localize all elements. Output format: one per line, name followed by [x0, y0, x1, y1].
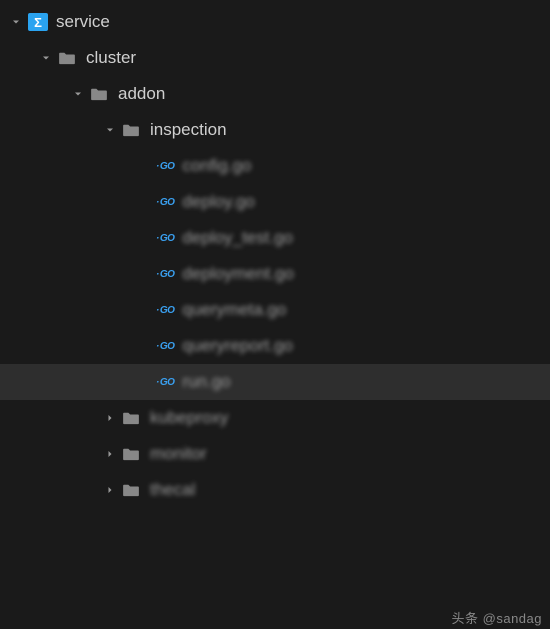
tree-folder-collapsed[interactable]: kubeproxy	[0, 400, 550, 436]
tree-folder-inspection[interactable]: inspection	[0, 112, 550, 148]
folder-icon	[122, 410, 142, 426]
chevron-right-icon	[102, 446, 118, 462]
tree-file-selected[interactable]: GO run.go	[0, 364, 550, 400]
folder-label: monitor	[150, 444, 207, 464]
file-label: deployment.go	[182, 264, 294, 284]
folder-label: addon	[118, 84, 165, 104]
folder-label: thecal	[150, 480, 195, 500]
file-label: config.go	[182, 156, 251, 176]
folder-icon	[58, 50, 78, 66]
tree-folder-collapsed[interactable]: thecal	[0, 472, 550, 508]
file-tree: Σ service cluster addon inspection	[0, 0, 550, 508]
module-icon: Σ	[28, 13, 48, 31]
chevron-down-icon	[102, 122, 118, 138]
go-file-icon: GO	[156, 269, 174, 280]
tree-file[interactable]: GO deployment.go	[0, 256, 550, 292]
file-label: deploy_test.go	[182, 228, 293, 248]
chevron-right-icon	[102, 482, 118, 498]
go-file-icon: GO	[156, 377, 174, 388]
chevron-down-icon	[70, 86, 86, 102]
tree-file[interactable]: GO deploy_test.go	[0, 220, 550, 256]
folder-icon	[122, 446, 142, 462]
tree-file[interactable]: GO deploy.go	[0, 184, 550, 220]
go-file-icon: GO	[156, 233, 174, 244]
tree-file[interactable]: GO queryreport.go	[0, 328, 550, 364]
tree-file[interactable]: GO querymeta.go	[0, 292, 550, 328]
watermark-text: 头条 @sandag	[452, 608, 542, 627]
file-label: run.go	[182, 372, 230, 392]
folder-label: kubeproxy	[150, 408, 228, 428]
folder-label: service	[56, 12, 110, 32]
file-label: queryreport.go	[182, 336, 293, 356]
tree-folder-cluster[interactable]: cluster	[0, 40, 550, 76]
file-label: deploy.go	[182, 192, 254, 212]
folder-icon	[122, 122, 142, 138]
folder-icon	[122, 482, 142, 498]
chevron-down-icon	[38, 50, 54, 66]
chevron-right-icon	[102, 410, 118, 426]
tree-folder-service[interactable]: Σ service	[0, 4, 550, 40]
file-label: querymeta.go	[182, 300, 286, 320]
go-file-icon: GO	[156, 341, 174, 352]
chevron-down-icon	[8, 14, 24, 30]
tree-file[interactable]: GO config.go	[0, 148, 550, 184]
tree-folder-collapsed[interactable]: monitor	[0, 436, 550, 472]
go-file-icon: GO	[156, 161, 174, 172]
folder-label: cluster	[86, 48, 136, 68]
tree-folder-addon[interactable]: addon	[0, 76, 550, 112]
go-file-icon: GO	[156, 305, 174, 316]
go-file-icon: GO	[156, 197, 174, 208]
folder-icon	[90, 86, 110, 102]
folder-label: inspection	[150, 120, 227, 140]
